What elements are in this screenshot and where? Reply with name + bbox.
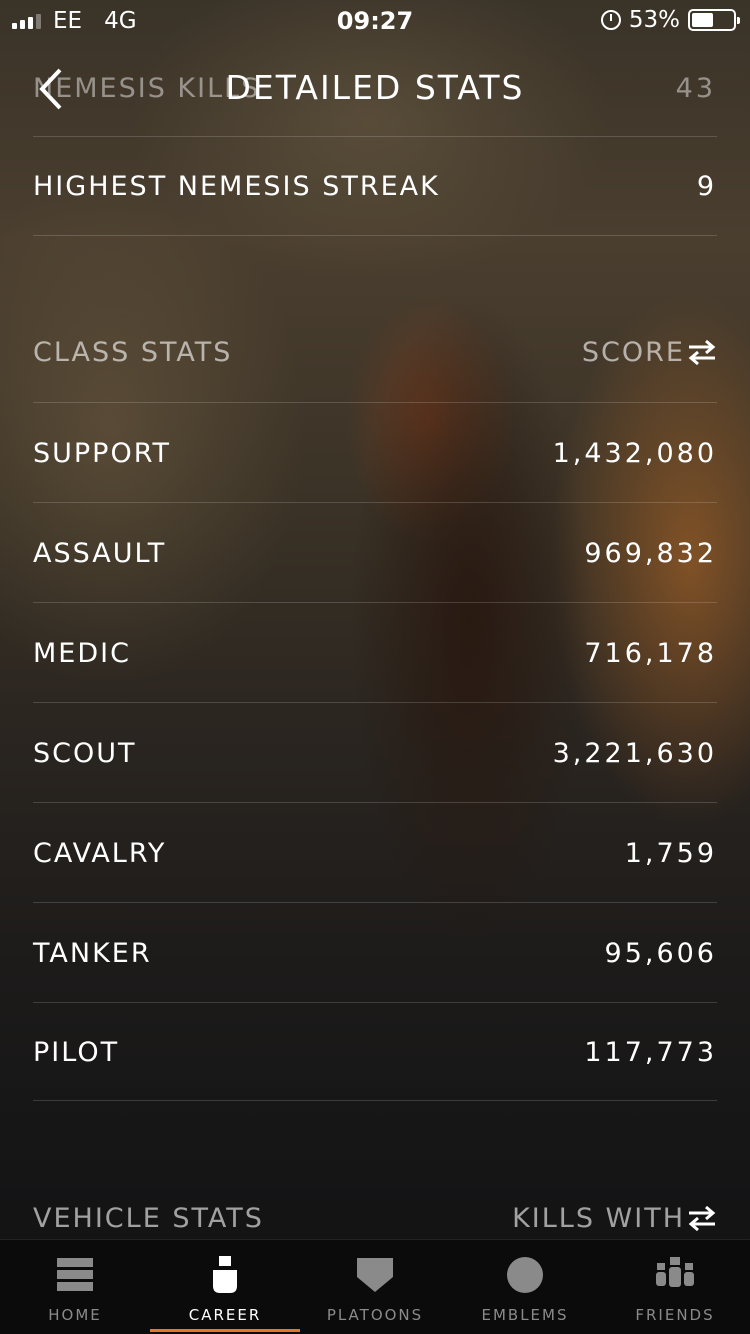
vehicle-sort-toggle[interactable]: KILLS WITH xyxy=(512,1203,717,1234)
class-label: PILOT xyxy=(33,1036,120,1068)
class-score: 3,221,630 xyxy=(552,737,717,769)
swap-arrows-icon xyxy=(688,1205,716,1231)
class-row-cavalry[interactable]: CAVALRY 1,759 xyxy=(33,803,717,903)
class-row-medic[interactable]: MEDIC 716,178 xyxy=(33,603,717,703)
alarm-icon xyxy=(600,10,621,30)
vehicle-stats-header: VEHICLE STATS KILLS WITH xyxy=(33,1198,717,1238)
divider xyxy=(33,1100,717,1101)
class-row-scout[interactable]: SCOUT 3,221,630 xyxy=(33,703,717,803)
class-label: TANKER xyxy=(33,937,152,969)
nav-emblems[interactable]: EMBLEMS xyxy=(450,1240,600,1334)
bottom-nav: HOME CAREER PLATOONS EMBLEMS FRIENDS xyxy=(0,1239,750,1334)
class-score: 1,432,080 xyxy=(552,437,717,469)
nav-platoons[interactable]: PLATOONS xyxy=(300,1240,450,1334)
class-row-pilot[interactable]: PILOT 117,773 xyxy=(33,1002,717,1102)
home-icon xyxy=(55,1256,95,1294)
stat-label: HIGHEST NEMESIS STREAK xyxy=(33,170,440,202)
page-title: DETAILED STATS xyxy=(225,68,525,107)
nav-career[interactable]: CAREER xyxy=(150,1240,300,1334)
soldier-icon xyxy=(205,1256,245,1294)
class-row-tanker[interactable]: TANKER 95,606 xyxy=(33,903,717,1003)
class-score: 716,178 xyxy=(584,637,717,669)
nav-label: PLATOONS xyxy=(326,1306,424,1324)
class-score: 1,759 xyxy=(624,837,717,869)
status-right: 53% xyxy=(600,7,740,33)
nav-label: FRIENDS xyxy=(635,1306,715,1324)
battery-percent: 53% xyxy=(628,7,680,33)
class-label: MEDIC xyxy=(33,637,131,669)
nav-friends[interactable]: FRIENDS xyxy=(600,1240,750,1334)
friends-icon xyxy=(655,1256,695,1294)
divider xyxy=(33,235,717,236)
circle-emblem-icon xyxy=(505,1256,545,1294)
section-title: VEHICLE STATS xyxy=(33,1202,264,1234)
class-row-support[interactable]: SUPPORT 1,432,080 xyxy=(33,403,717,503)
class-label: SCOUT xyxy=(33,737,137,769)
class-label: SUPPORT xyxy=(33,437,172,469)
header: NEMESIS KILLS 43 DETAILED STATS xyxy=(0,40,750,136)
battery-icon xyxy=(688,9,740,31)
nav-label: EMBLEMS xyxy=(481,1306,569,1324)
class-row-assault[interactable]: ASSAULT 969,832 xyxy=(33,503,717,603)
nav-label: HOME xyxy=(48,1306,102,1324)
class-score: 95,606 xyxy=(604,937,717,969)
class-label: ASSAULT xyxy=(33,537,167,569)
sort-label: SCORE xyxy=(581,336,685,368)
class-stats-header: CLASS STATS SCORE xyxy=(33,332,717,372)
swap-arrows-icon xyxy=(688,339,716,365)
sort-label: KILLS WITH xyxy=(512,1202,685,1234)
stat-row-highest-nemesis-streak[interactable]: HIGHEST NEMESIS STREAK 9 xyxy=(33,136,717,236)
chevron-left-icon[interactable] xyxy=(34,66,74,112)
class-score: 969,832 xyxy=(584,537,717,569)
class-sort-toggle[interactable]: SCORE xyxy=(582,337,717,368)
stat-value: 9 xyxy=(696,170,717,202)
shield-icon xyxy=(355,1256,395,1294)
class-label: CAVALRY xyxy=(33,837,167,869)
class-score: 117,773 xyxy=(584,1036,717,1068)
section-title: CLASS STATS xyxy=(33,336,233,368)
nav-label: CAREER xyxy=(188,1306,262,1324)
nav-home[interactable]: HOME xyxy=(0,1240,150,1334)
status-bar: EE 4G 09:27 53% xyxy=(0,0,750,40)
